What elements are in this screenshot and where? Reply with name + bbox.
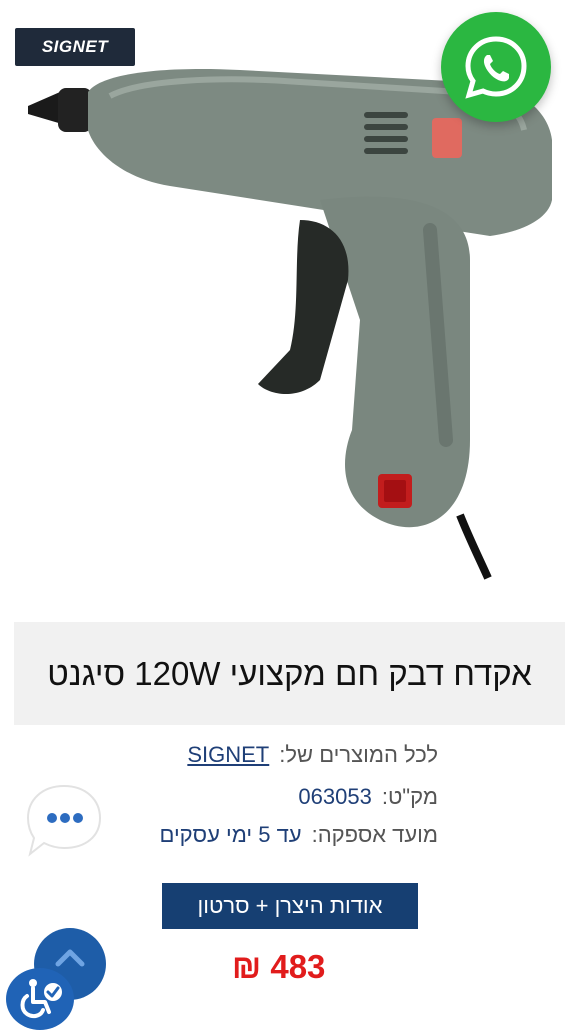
whatsapp-icon [465,36,527,99]
sku-row: מק"ט: 063053 [298,784,438,810]
sku-value: 063053 [298,784,372,809]
brand-logo-text: SIGNET [41,37,109,56]
all-products-label: לכל המוצרים של: [279,742,438,767]
product-title-box: אקדח דבק חם מקצועי 120W סיגנט [14,622,565,725]
brand-logo: SIGNET [15,28,135,66]
chat-bubble-icon [26,784,102,857]
sku-label: מק"ט: [381,784,438,809]
brand-row: לכל המוצרים של: SIGNET [187,742,438,768]
delivery-value: עד 5 ימי עסקים [159,822,302,847]
delivery-label: מועד אספקה: [311,822,438,847]
accessibility-button[interactable] [6,968,74,1030]
accessibility-icon [20,979,62,1019]
brand-link[interactable]: SIGNET [187,742,269,768]
product-title: אקדח דבק חם מקצועי 120W סיגנט [47,654,532,692]
product-price: 483 ₪ [232,948,326,985]
about-manufacturer-button[interactable]: אודות היצרן + סרטון [162,883,418,929]
whatsapp-button[interactable] [441,12,551,122]
chat-button[interactable] [24,780,106,860]
chevron-up-icon [55,949,85,967]
delivery-row: מועד אספקה: עד 5 ימי עסקים [159,822,438,848]
